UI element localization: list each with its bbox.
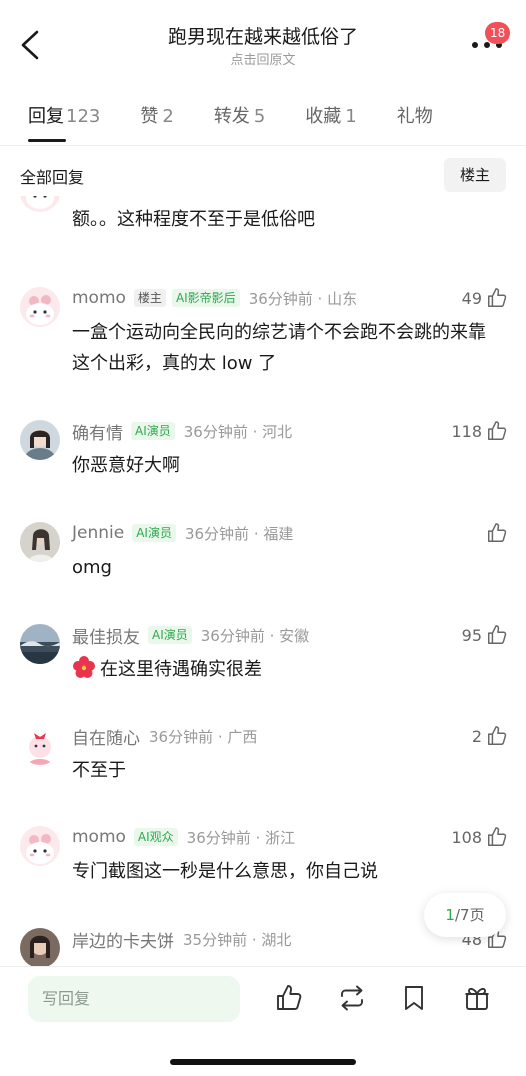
- page-indicator[interactable]: 1/7页: [424, 893, 506, 937]
- page-title: 跑男现在越来越低俗了: [167, 26, 358, 48]
- like-count: 108: [451, 827, 482, 847]
- comment-header: Jennie AI演员 36分钟前 · 福建: [72, 520, 293, 546]
- comment-text: 额。。这种程度不至于是低俗吧: [72, 209, 315, 230]
- tab-count: 2: [162, 106, 174, 127]
- comment-text: 不至于: [72, 760, 126, 781]
- username[interactable]: momo: [72, 827, 126, 847]
- comment-text: omg: [72, 557, 112, 578]
- comment-meta: 36分钟前 · 广西: [149, 727, 258, 746]
- like-button[interactable]: 118: [451, 418, 508, 444]
- like-button[interactable]: 108: [451, 824, 508, 850]
- username[interactable]: 确有情: [72, 419, 123, 444]
- comment-header: 确有情 AI演员 36分钟前 · 河北: [72, 418, 292, 444]
- comment-text: 你恶意好大啊: [72, 455, 180, 476]
- tab-count: 5: [253, 106, 266, 127]
- tab-count: 123: [66, 106, 101, 127]
- user-badge: AI影帝影后: [171, 289, 240, 307]
- avatar[interactable]: [20, 928, 60, 966]
- avatar[interactable]: [20, 420, 60, 460]
- home-indicator: [170, 1059, 356, 1065]
- repost-icon[interactable]: [337, 983, 367, 1013]
- bottom-action-bar: 写回复: [0, 966, 526, 1076]
- gift-icon[interactable]: [462, 983, 492, 1013]
- all-replies-label[interactable]: 全部回复: [20, 164, 84, 188]
- tab-replies[interactable]: 回复 123: [28, 102, 100, 142]
- reply-input[interactable]: 写回复: [28, 976, 240, 1022]
- comment-header: 自在随心 36分钟前 · 广西: [72, 723, 257, 749]
- like-button[interactable]: [482, 520, 508, 546]
- comment-meta: 36分钟前 · 福建: [184, 524, 294, 543]
- tab-label: 回复: [28, 106, 64, 127]
- like-count: 118: [451, 421, 482, 441]
- like-button[interactable]: 49: [462, 285, 508, 311]
- owner-only-button[interactable]: 楼主: [444, 158, 506, 192]
- filter-row: 全部回复 楼主: [0, 158, 526, 194]
- tab-favorites[interactable]: 收藏 1: [305, 102, 356, 142]
- avatar[interactable]: [20, 287, 60, 327]
- user-badge: AI演员: [148, 626, 192, 644]
- tab-label: 转发: [213, 106, 250, 127]
- tab-label: 赞: [140, 106, 159, 127]
- divider: [0, 145, 526, 146]
- thumbs-up-icon: [488, 827, 507, 846]
- top-bar: 跑男现在越来越低俗了 点击回原文 18: [0, 0, 526, 82]
- tab-gifts[interactable]: 礼物: [397, 102, 433, 142]
- tab-label: 收藏: [305, 106, 342, 127]
- username[interactable]: 岸边的卡夫饼: [72, 927, 174, 952]
- user-badge: AI观众: [133, 828, 178, 846]
- total-pages: /7页: [454, 906, 485, 924]
- comment-meta: 36分钟前 · 浙江: [186, 828, 296, 847]
- thumbs-up-icon: [488, 726, 507, 745]
- tab-bar: 回复 123 赞2 转发 5 收藏 1 礼物: [28, 102, 473, 142]
- tab-label: 礼物: [396, 106, 433, 127]
- username[interactable]: 最佳损友: [72, 623, 140, 648]
- thumbs-up-icon: [488, 523, 507, 542]
- comment-meta: 36分钟前 · 安徽: [200, 626, 310, 645]
- username[interactable]: momo: [72, 288, 126, 308]
- tab-count: 1: [345, 106, 357, 127]
- like-icon[interactable]: [274, 983, 304, 1013]
- avatar[interactable]: [20, 725, 60, 765]
- comment-header: momo 楼主 AI影帝影后 36分钟前 · 山东: [72, 285, 357, 311]
- comment-header: momo AI观众 36分钟前 · 浙江: [72, 824, 295, 850]
- like-count: 2: [471, 726, 482, 746]
- bookmark-icon[interactable]: [399, 983, 429, 1013]
- avatar[interactable]: [20, 624, 60, 664]
- comment-meta: 35分钟前 · 湖北: [183, 930, 292, 949]
- comment-meta: 36分钟前 · 山东: [248, 289, 358, 308]
- comment-body: 在这里待遇确实很差: [72, 654, 502, 685]
- current-page: 1: [445, 906, 455, 924]
- comment-text: 专门截图这一秒是什么意思，你自己说: [72, 861, 378, 882]
- hibiscus-emoji-icon: [73, 656, 95, 678]
- user-badge: AI演员: [132, 524, 176, 542]
- avatar[interactable]: [20, 522, 60, 562]
- thumbs-up-icon: [488, 421, 507, 440]
- comment-text: 一盒个运动向全民向的综艺请个不会跑不会跳的来靠这个出彩，真的太 low 了: [72, 322, 486, 374]
- like-button[interactable]: 2: [472, 723, 508, 749]
- like-count: 49: [461, 288, 482, 308]
- avatar[interactable]: [20, 196, 60, 212]
- owner-tag: 楼主: [133, 289, 166, 307]
- thumbs-up-icon: [488, 288, 507, 307]
- notification-badge: 18: [485, 22, 511, 44]
- comment-header: 最佳损友 AI演员 36分钟前 · 安徽: [72, 622, 309, 648]
- username[interactable]: Jennie: [72, 523, 124, 543]
- avatar[interactable]: [20, 826, 60, 866]
- tab-reposts[interactable]: 转发 5: [214, 102, 265, 142]
- comment-meta: 36分钟前 · 河北: [183, 422, 293, 441]
- title-area[interactable]: 跑男现在越来越低俗了 点击回原文: [0, 24, 526, 70]
- back-to-original-link[interactable]: 点击回原文: [0, 52, 526, 70]
- comment-list[interactable]: 额。。这种程度不至于是低俗吧 momo 楼主 AI影帝影后 36分钟前 · 山东…: [0, 196, 526, 966]
- like-count: 95: [461, 625, 482, 645]
- tab-likes[interactable]: 赞2: [140, 102, 173, 142]
- comment-text: 在这里待遇确实很差: [100, 659, 262, 680]
- like-button[interactable]: 95: [462, 622, 508, 648]
- thumbs-up-icon: [488, 625, 507, 644]
- user-badge: AI演员: [131, 422, 175, 440]
- comment-header: 岸边的卡夫饼 35分钟前 · 湖北: [72, 926, 291, 952]
- username[interactable]: 自在随心: [72, 724, 140, 749]
